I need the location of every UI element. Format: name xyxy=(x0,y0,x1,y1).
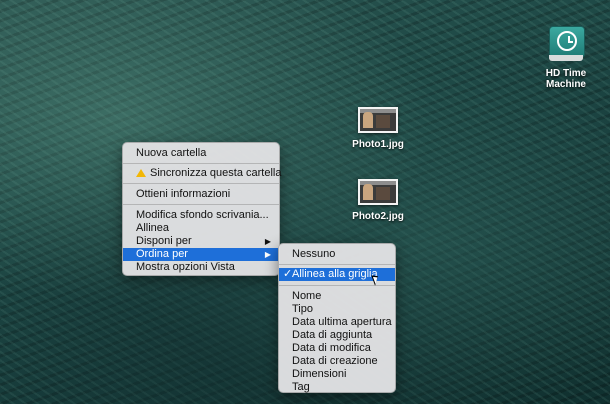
menu-item-change-wallpaper[interactable]: Modifica sfondo scrivania... xyxy=(123,209,279,222)
menu-separator xyxy=(123,183,279,184)
menu-item-clean-up-by[interactable]: Disponi per ▶ xyxy=(123,235,279,248)
menu-item-label: Allinea alla griglia xyxy=(292,268,378,280)
desktop-context-menu: Nuova cartella Sincronizza questa cartel… xyxy=(122,142,282,276)
photo-thumbnail-icon xyxy=(358,179,398,205)
desktop-icon-label: Photo2.jpg xyxy=(352,211,404,222)
desktop-icon-photo1[interactable]: Photo1.jpg xyxy=(352,107,404,150)
submenu-item-date-created[interactable]: Data di creazione xyxy=(279,355,395,368)
desktop-icon-photo2[interactable]: Photo2.jpg xyxy=(352,179,404,222)
submenu-item-name[interactable]: Nome xyxy=(279,290,395,303)
checkmark-icon: ✓ xyxy=(283,268,293,280)
submenu-arrow-icon: ▶ xyxy=(264,237,271,246)
submenu-item-kind[interactable]: Tipo xyxy=(279,303,395,316)
submenu-item-date-added[interactable]: Data di aggiunta xyxy=(279,329,395,342)
submenu-item-date-modified[interactable]: Data di modifica xyxy=(279,342,395,355)
submenu-item-tags[interactable]: Tag xyxy=(279,381,395,394)
menu-item-clean-up[interactable]: Allinea xyxy=(123,222,279,235)
submenu-item-size[interactable]: Dimensioni xyxy=(279,368,395,381)
desktop-icon-label: Photo1.jpg xyxy=(352,139,404,150)
menu-separator xyxy=(123,163,279,164)
menu-item-new-folder[interactable]: Nuova cartella xyxy=(123,147,279,160)
menu-separator xyxy=(123,204,279,205)
menu-separator xyxy=(279,264,395,265)
menu-item-sort-by[interactable]: Ordina per ▶ xyxy=(123,248,279,261)
menu-item-label: Ordina per xyxy=(136,248,188,260)
time-machine-drive-icon xyxy=(549,26,585,62)
menu-item-show-view-options[interactable]: Mostra opzioni Vista xyxy=(123,261,279,274)
desktop-icon-label: HD Time Machine xyxy=(545,68,587,90)
menu-item-get-info[interactable]: Ottieni informazioni xyxy=(123,188,279,201)
sort-by-submenu: Nessuno ✓ Allinea alla griglia Nome Tipo… xyxy=(278,243,396,393)
menu-separator xyxy=(279,285,395,286)
submenu-item-none[interactable]: Nessuno xyxy=(279,248,395,261)
menu-item-label: Sincronizza questa cartella xyxy=(150,167,282,179)
desktop-icon-hd-time-machine[interactable]: HD Time Machine xyxy=(528,26,604,90)
google-drive-icon xyxy=(136,169,146,177)
submenu-item-date-last-opened[interactable]: Data ultima apertura xyxy=(279,316,395,329)
submenu-arrow-icon: ▶ xyxy=(264,250,271,259)
menu-item-sync-folder[interactable]: Sincronizza questa cartella xyxy=(123,167,282,180)
photo-thumbnail-icon xyxy=(358,107,398,133)
menu-item-label: Disponi per xyxy=(136,235,192,247)
